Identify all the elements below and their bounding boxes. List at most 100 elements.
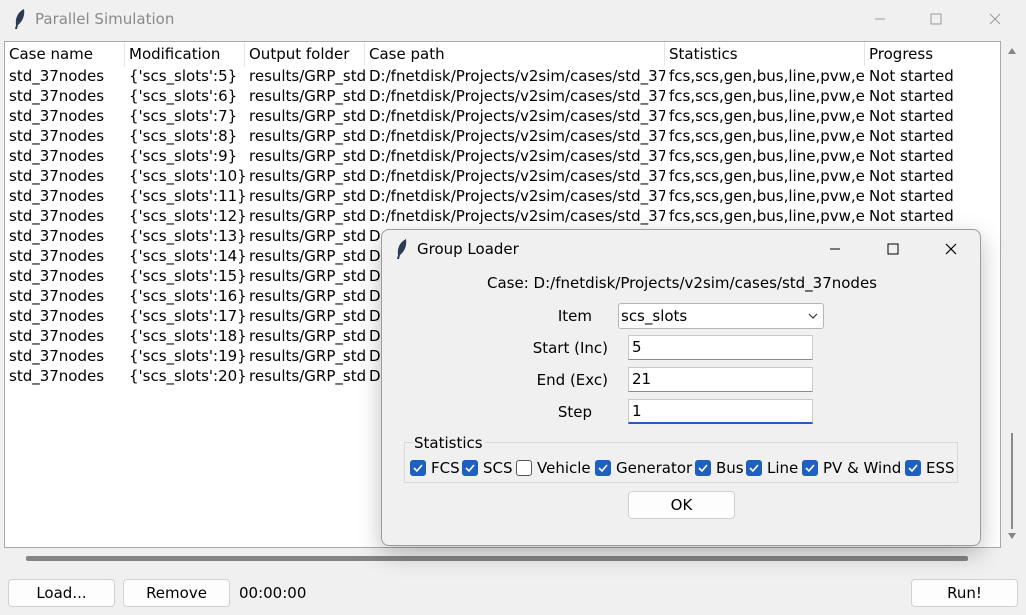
- dialog-close-button[interactable]: [928, 230, 974, 268]
- statistics-legend: Statistics: [412, 434, 485, 452]
- checkbox-box[interactable]: [516, 460, 532, 476]
- cell-output-folder: results/GRP_std: [249, 147, 365, 165]
- table-row[interactable]: std_37nodes {'scs_slots':8} results/GRP_st…: [5, 126, 1000, 146]
- chevron-down-icon: [808, 313, 818, 319]
- column-header-case-name[interactable]: Case name: [5, 42, 125, 66]
- checkbox-pv-wind[interactable]: PV & Wind: [802, 459, 901, 477]
- checkbox-label: Bus: [716, 459, 744, 477]
- checkbox-box[interactable]: [410, 460, 426, 476]
- cell-progress: Not started: [869, 67, 954, 85]
- item-select[interactable]: scs_slots: [618, 303, 824, 329]
- cell-case-name: std_37nodes: [9, 67, 105, 85]
- cell-modification: {'scs_slots':20}: [129, 367, 245, 385]
- table-row[interactable]: std_37nodes {'scs_slots':9} results/GRP_st…: [5, 146, 1000, 166]
- checkbox-box[interactable]: [905, 460, 921, 476]
- column-header-output-folder[interactable]: Output folder: [245, 42, 365, 66]
- cell-case-name: std_37nodes: [9, 167, 105, 185]
- dialog-maximize-button[interactable]: [870, 230, 916, 268]
- table-row[interactable]: std_37nodes {'scs_slots':5} results/GRP_st…: [5, 66, 1000, 86]
- cell-case-name: std_37nodes: [9, 107, 105, 125]
- checkbox-generator[interactable]: Generator: [595, 459, 692, 477]
- feather-icon: [397, 239, 407, 259]
- dialog-minimize-button[interactable]: [812, 230, 858, 268]
- item-label: Item: [557, 307, 592, 325]
- table-row[interactable]: std_37nodes {'scs_slots':6} results/GRP_st…: [5, 86, 1000, 106]
- cell-case-path: D:/fnetdisk/Projects/v2sim/cases/std_37: [369, 207, 665, 225]
- cell-case-path: D:/fnetdisk/Projects/v2sim/cases/std_37: [369, 87, 665, 105]
- cell-output-folder: results/GRP_std: [249, 267, 365, 285]
- cell-modification: {'scs_slots':7}: [129, 107, 238, 125]
- checkbox-vehicle[interactable]: Vehicle: [516, 459, 591, 477]
- end-input[interactable]: 21: [628, 367, 813, 392]
- cell-case-path: D:/fnetdisk/Projects/v2sim/cases/std_37: [369, 187, 665, 205]
- column-header-statistics[interactable]: Statistics: [665, 42, 865, 66]
- column-header-progress[interactable]: Progress: [865, 42, 1000, 66]
- checkbox-box[interactable]: [595, 460, 611, 476]
- checkbox-line[interactable]: Line: [746, 459, 798, 477]
- cell-modification: {'scs_slots':12}: [129, 207, 245, 225]
- cell-progress: Not started: [869, 167, 954, 185]
- checkbox-box[interactable]: [695, 460, 711, 476]
- checkbox-scs[interactable]: SCS: [462, 459, 513, 477]
- checkbox-label: Line: [767, 459, 799, 477]
- check-icon: [465, 464, 475, 473]
- close-button[interactable]: [972, 0, 1018, 38]
- cell-statistics: fcs,scs,gen,bus,line,pvw,es: [669, 147, 865, 165]
- checkbox-box[interactable]: [462, 460, 478, 476]
- checkbox-ess[interactable]: ESS: [905, 459, 955, 477]
- cell-modification: {'scs_slots':17}: [129, 307, 245, 325]
- remove-button[interactable]: Remove: [123, 579, 230, 607]
- cell-output-folder: results/GRP_std: [249, 107, 365, 125]
- maximize-button[interactable]: [913, 0, 959, 38]
- checkbox-box[interactable]: [746, 460, 762, 476]
- checkbox-bus[interactable]: Bus: [695, 459, 744, 477]
- cell-modification: {'scs_slots':11}: [129, 187, 245, 205]
- scroll-up-icon[interactable]: [1008, 48, 1016, 54]
- cell-output-folder: results/GRP_std: [249, 247, 365, 265]
- cell-output-folder: results/GRP_std: [249, 187, 365, 205]
- checkbox-box[interactable]: [802, 460, 818, 476]
- cell-output-folder: results/GRP_std: [249, 287, 365, 305]
- maximize-icon: [930, 13, 942, 25]
- start-label: Start (Inc): [532, 339, 608, 357]
- vertical-scrollbar[interactable]: [1002, 41, 1022, 548]
- checkbox-label: FCS: [431, 459, 460, 477]
- table-row[interactable]: std_37nodes {'scs_slots':12} results/GRP_s…: [5, 206, 1000, 226]
- cell-modification: {'scs_slots':13}: [129, 227, 245, 245]
- checkbox-label: Vehicle: [537, 459, 591, 477]
- cell-modification: {'scs_slots':5}: [129, 67, 238, 85]
- column-header-modification[interactable]: Modification: [125, 42, 245, 66]
- step-input[interactable]: 1: [628, 399, 813, 424]
- table-row[interactable]: std_37nodes {'scs_slots':10} results/GRP_s…: [5, 166, 1000, 186]
- window-title: Parallel Simulation: [35, 10, 175, 28]
- table-row[interactable]: std_37nodes {'scs_slots':11} results/GRP_s…: [5, 186, 1000, 206]
- minimize-icon: [830, 248, 840, 250]
- cell-case-name: std_37nodes: [9, 227, 105, 245]
- run-button[interactable]: Run!: [911, 579, 1018, 607]
- ok-button[interactable]: OK: [628, 491, 735, 519]
- table-row[interactable]: std_37nodes {'scs_slots':7} results/GRP_st…: [5, 106, 1000, 126]
- scroll-down-icon[interactable]: [1008, 533, 1016, 539]
- checkbox-label: Generator: [616, 459, 693, 477]
- cell-modification: {'scs_slots':14}: [129, 247, 245, 265]
- cell-output-folder: results/GRP_std: [249, 227, 365, 245]
- horizontal-scrollbar-thumb[interactable]: [26, 556, 968, 561]
- cell-statistics: fcs,scs,gen,bus,line,pvw,es: [669, 107, 865, 125]
- cell-case-path: D:/fnetdisk/Projects/v2sim/cases/std_37: [369, 67, 665, 85]
- horizontal-scrollbar[interactable]: [4, 549, 1001, 567]
- check-icon: [698, 464, 708, 473]
- load-button[interactable]: Load...: [8, 579, 115, 607]
- table-header: Case name Modification Output folder Cas…: [5, 42, 1000, 66]
- minimize-button[interactable]: [857, 0, 903, 38]
- cell-progress: Not started: [869, 187, 954, 205]
- step-label: Step: [557, 403, 592, 421]
- maximize-icon: [887, 243, 899, 255]
- checkbox-fcs[interactable]: FCS: [410, 459, 460, 477]
- title-bar: Parallel Simulation: [0, 0, 1026, 38]
- check-icon: [749, 464, 759, 473]
- checkbox-label: SCS: [483, 459, 513, 477]
- column-header-case-path[interactable]: Case path: [365, 42, 665, 66]
- start-input[interactable]: 5: [628, 335, 813, 360]
- item-select-value: scs_slots: [621, 307, 688, 325]
- scrollbar-thumb[interactable]: [1011, 433, 1013, 529]
